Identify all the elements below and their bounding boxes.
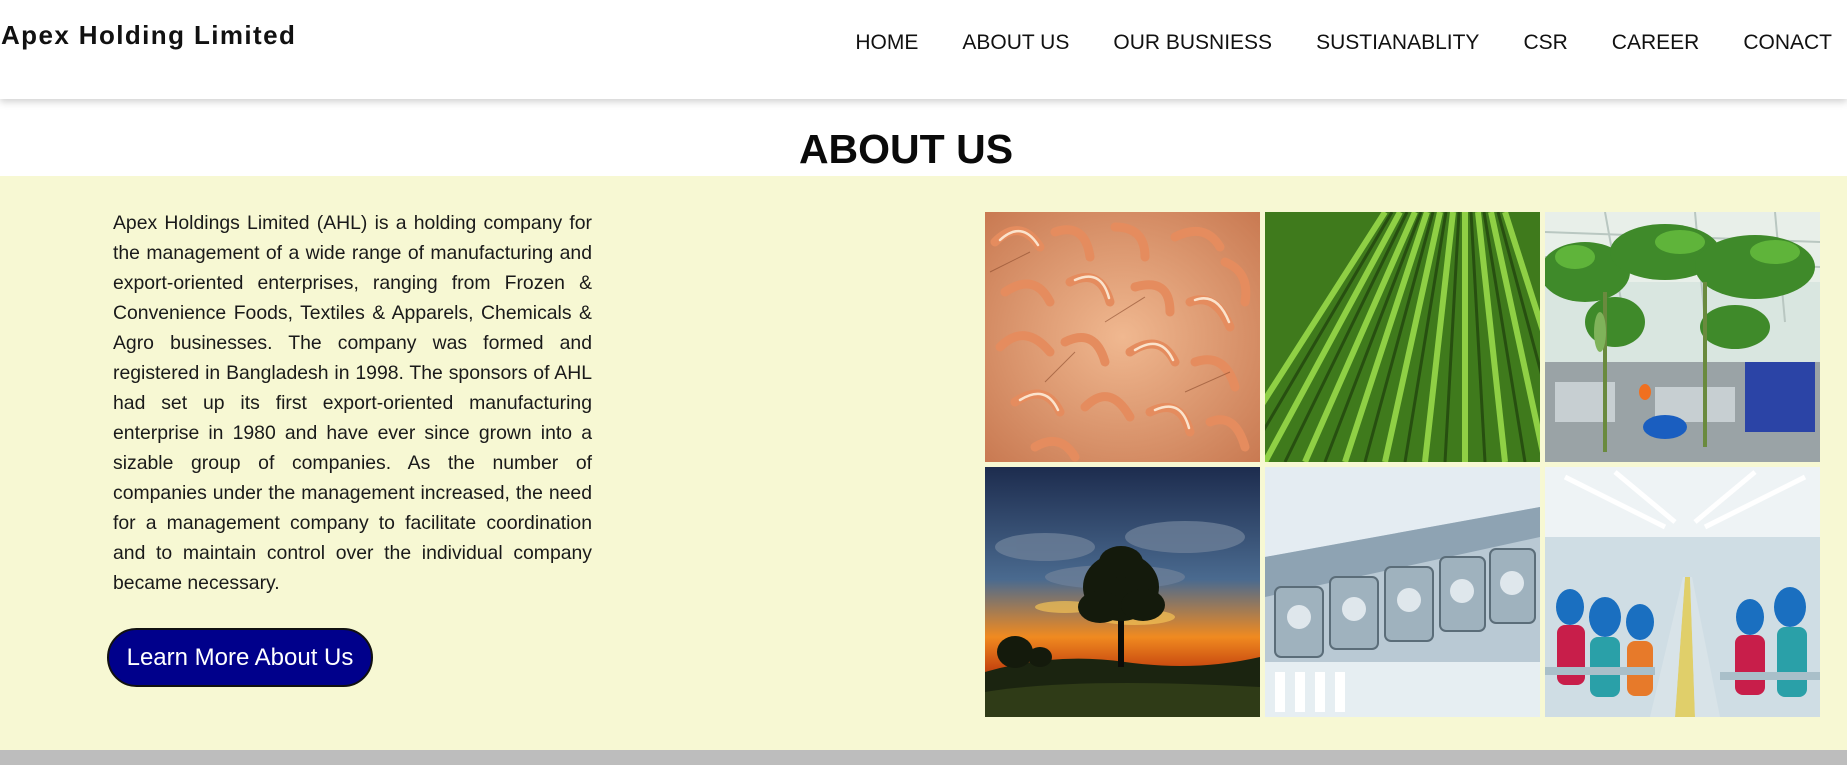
crop-field-image	[1265, 212, 1540, 462]
learn-more-button[interactable]: Learn More About Us	[107, 628, 373, 687]
nav-sustainability[interactable]: SUSTIANABLITY	[1316, 31, 1479, 55]
about-paragraph: Apex Holdings Limited (AHL) is a holding…	[113, 212, 592, 594]
greenhouse-image	[1545, 212, 1820, 462]
image-gallery	[985, 212, 1820, 717]
textile-machinery-image	[1265, 467, 1540, 717]
about-section: Apex Holdings Limited (AHL) is a holding…	[0, 176, 1847, 750]
nav-our-business[interactable]: OUR BUSNIESS	[1113, 31, 1272, 55]
nav-home[interactable]: HOME	[855, 31, 918, 55]
nav-contact[interactable]: CONACT	[1743, 31, 1832, 55]
footer-bar	[0, 750, 1847, 765]
nav-career[interactable]: CAREER	[1612, 31, 1700, 55]
site-header: Apex Holding Limited HOME ABOUT US OUR B…	[0, 0, 1847, 99]
shrimp-image	[985, 212, 1260, 462]
sunset-tree-image	[985, 467, 1260, 717]
nav-csr[interactable]: CSR	[1523, 31, 1567, 55]
page-title: ABOUT US	[798, 126, 1014, 172]
nav-about-us[interactable]: ABOUT US	[962, 31, 1069, 55]
garment-factory-image	[1545, 467, 1820, 717]
main-nav: HOME ABOUT US OUR BUSNIESS SUSTIANABLITY…	[855, 31, 1832, 55]
brand-name[interactable]: Apex Holding Limited	[1, 20, 296, 51]
